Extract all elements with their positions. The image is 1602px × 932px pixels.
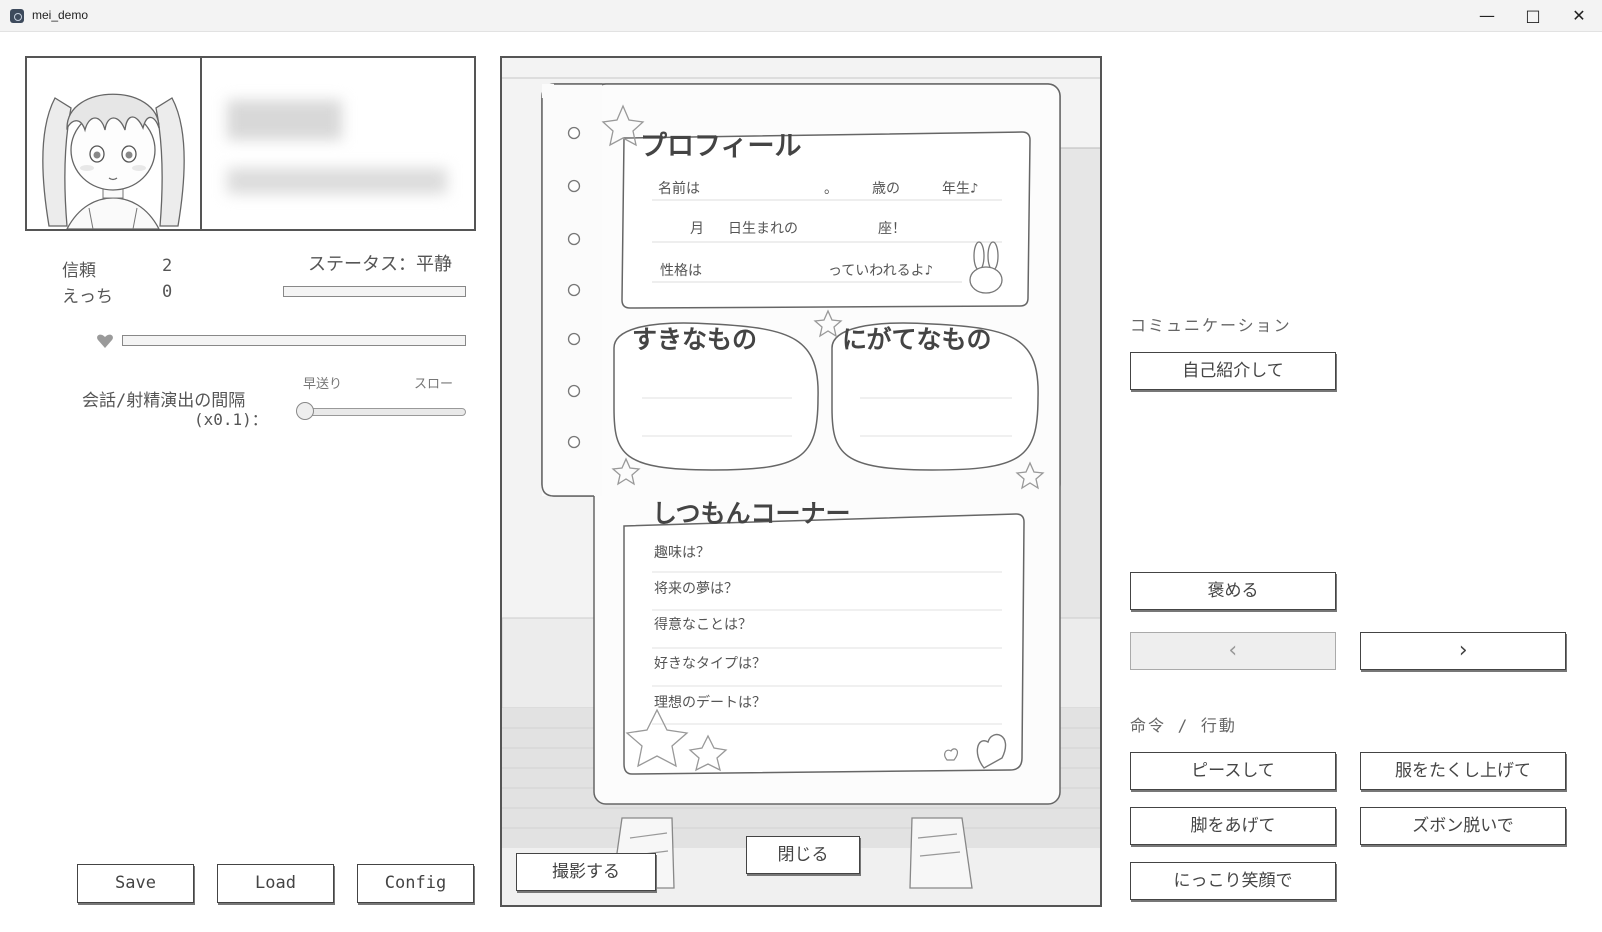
next-page-button[interactable]: › [1360,632,1566,670]
minimize-icon[interactable]: — [1464,0,1510,32]
introduce-button[interactable]: 自己紹介して [1130,352,1336,390]
question-item: 将来の夢は？ [654,581,738,597]
profile-title: プロフィール [640,131,802,162]
profile-line2-birthday: 日生まれの [728,221,798,237]
portrait-illustration [42,93,185,229]
dislikes-title: にがてなもの [842,325,992,354]
scene-background [502,58,1100,905]
lift-clothes-button[interactable]: 服をたくし上げて [1360,752,1566,790]
question-item: 好きなタイプは？ [654,656,766,672]
blurred-name [227,100,342,140]
photo-button[interactable]: 撮影する [516,853,656,891]
profile-line3-personality: 性格は [660,263,702,279]
blurred-details [227,168,447,194]
pants-off-button[interactable]: ズボン脱いで [1360,807,1566,845]
load-button[interactable]: Load [217,864,334,903]
config-button[interactable]: Config [357,864,474,903]
app-icon [10,9,24,23]
trust-label: 信頼 [62,261,96,281]
speed-slider-thumb[interactable] [296,402,314,420]
praise-button[interactable]: 褒める [1130,572,1336,610]
fast-forward-label: 早送り [303,377,343,392]
profile-line1-grade: 年生♪ [942,181,979,197]
questions-title: しつもんコーナー [652,499,851,528]
command-label: 命令 / 行動 [1130,716,1237,735]
status-text: ステータス：平静 [308,254,452,275]
heart-bar [122,335,466,346]
question-item: 理想のデートは？ [654,695,766,711]
character-info-panel [25,56,476,231]
ecchi-value: 0 [162,282,173,302]
portrait-divider [200,58,202,229]
prev-page-button[interactable]: ‹ [1130,632,1336,670]
scene-view: プロフィール 名前は 。 歳の 年生♪ 月 日生まれの 座！ 性格は っていわれ… [500,56,1102,907]
speed-label-unit: (x0.1)： [194,410,268,429]
ecchi-label: えっち [62,287,113,307]
status-bar [283,286,466,297]
save-button[interactable]: Save [77,864,194,903]
speed-slider-track[interactable] [304,408,466,416]
character-portrait [27,58,200,229]
profile-line1-name: 名前は [658,181,700,197]
smile-button[interactable]: にっこり笑顔で [1130,862,1336,900]
likes-title: すきなもの [632,325,758,354]
question-item: 得意なことは？ [654,617,752,633]
close-icon[interactable]: ✕ [1556,0,1602,32]
profile-line1-age: 歳の [872,181,900,197]
profile-line1-period: 。 [824,181,838,197]
peace-button[interactable]: ピースして [1130,752,1336,790]
profile-line2-month: 月 [690,221,704,237]
communication-label: コミュニケーション [1130,316,1292,335]
window-title: mei_demo [32,8,89,22]
slow-label: スロー [414,377,454,392]
profile-line2-sign: 座！ [878,221,906,237]
raise-legs-button[interactable]: 脚をあげて [1130,807,1336,845]
maximize-icon[interactable]: □ [1510,0,1556,32]
close-profile-button[interactable]: 閉じる [746,836,860,874]
question-item: 趣味は？ [654,545,710,561]
trust-value: 2 [162,256,173,276]
heart-icon [97,334,113,348]
profile-line3-said: っていわれるよ♪ [828,263,934,279]
title-bar: mei_demo — □ ✕ [0,0,1602,32]
